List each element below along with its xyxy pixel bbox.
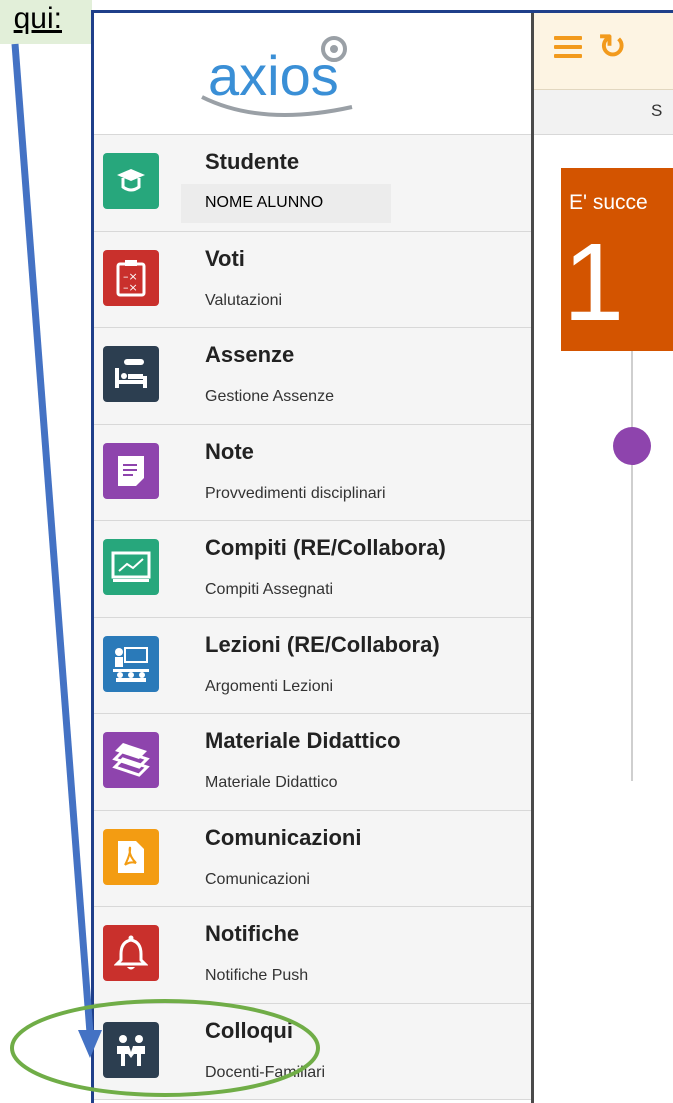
menu-item-title: Studente (205, 149, 300, 174)
main-content: ↻ S E' succe 1 (534, 13, 673, 1103)
menu-item-title: Compiti (RE/Collabora) (205, 535, 446, 560)
classroom-icon (103, 635, 159, 692)
menu-item-compiti[interactable]: Compiti (RE/Collabora) Compiti Assegnati (94, 521, 531, 618)
blackboard-icon (103, 539, 159, 595)
menu-item-subtitle: Comunicazioni (205, 870, 310, 888)
summary-card[interactable]: E' succe 1 (561, 168, 673, 351)
menu-item-subtitle: Gestione Assenze (205, 388, 334, 405)
main-menu: Studente NOME ALUNNO –× –× Voti Valutazio… (94, 135, 531, 1100)
menu-item-title: Lezioni (RE/Collabora) (205, 631, 440, 657)
sub-header-text: S (651, 101, 663, 120)
menu-item-subtitle: Provvedimenti disciplinari (205, 484, 386, 502)
menu-item-colloqui[interactable]: Colloqui Docenti-Familiari (94, 1003, 531, 1100)
student-name-box: NOME ALUNNO (181, 184, 391, 223)
menu-item-subtitle: Materiale Didattico (205, 774, 338, 791)
menu-item-title: Comunicazioni (205, 824, 362, 850)
svg-text:–×: –× (123, 281, 138, 294)
svg-text:axios: axios (208, 44, 339, 107)
refresh-icon[interactable]: ↻ (598, 27, 627, 67)
menu-item-title: Colloqui (205, 1017, 293, 1043)
menu-item-title: Notifiche (205, 921, 300, 946)
menu-item-subtitle: Argomenti Lezioni (205, 677, 334, 695)
menu-item-lezioni[interactable]: Lezioni (RE/Collabora) Argomenti Lezioni (94, 617, 531, 714)
top-toolbar: ↻ (534, 13, 673, 90)
pdf-file-icon (103, 828, 159, 885)
menu-item-title: Materiale Didattico (205, 728, 401, 753)
card-text: E' succe (569, 191, 648, 214)
bed-thermometer-icon (103, 346, 159, 402)
menu-item-title: Assenze (205, 342, 295, 367)
menu-item-assenze[interactable]: Assenze Gestione Assenze (94, 328, 531, 425)
student-name: NOME ALUNNO (205, 194, 324, 211)
note-icon (103, 442, 159, 499)
books-icon (103, 732, 159, 788)
graduate-icon (103, 153, 159, 209)
menu-item-subtitle: Docenti-Familiari (205, 1063, 326, 1081)
menu-item-studente[interactable]: Studente NOME ALUNNO (94, 135, 531, 232)
menu-item-note[interactable]: Note Provvedimenti disciplinari (94, 424, 531, 521)
callout-box: qui: (0, 0, 92, 44)
logo-area: axios (94, 13, 531, 135)
app-screenshot-frame: axios Studente NOME ALUNNO –× –× Voti Val… (91, 10, 673, 1103)
sub-header: S (534, 90, 673, 135)
card-number: 1 (563, 221, 625, 344)
callout-text: qui: (13, 2, 62, 35)
hamburger-menu-icon[interactable] (554, 36, 582, 58)
menu-item-subtitle: Valutazioni (205, 291, 283, 309)
menu-item-notifiche[interactable]: Notifiche Notifiche Push (94, 907, 531, 1004)
menu-item-subtitle: Notifiche Push (205, 967, 309, 984)
axios-logo: axios (201, 36, 353, 117)
menu-item-materiale[interactable]: Materiale Didattico Materiale Didattico (94, 714, 531, 811)
clipboard-icon: –× –× (103, 249, 159, 306)
menu-item-voti[interactable]: –× –× Voti Valutazioni (94, 231, 531, 328)
menu-item-title: Voti (205, 245, 245, 271)
annotation-arrow (11, 43, 94, 1034)
bell-icon (103, 925, 159, 981)
menu-item-subtitle: Compiti Assegnati (205, 581, 334, 598)
timeline-dot (613, 427, 651, 465)
meeting-people-icon (103, 1021, 159, 1078)
timeline-line (631, 351, 633, 781)
sidebar: axios Studente NOME ALUNNO –× –× Voti Val… (94, 13, 531, 1103)
menu-item-title: Note (205, 438, 254, 464)
menu-item-comunicazioni[interactable]: Comunicazioni Comunicazioni (94, 810, 531, 907)
